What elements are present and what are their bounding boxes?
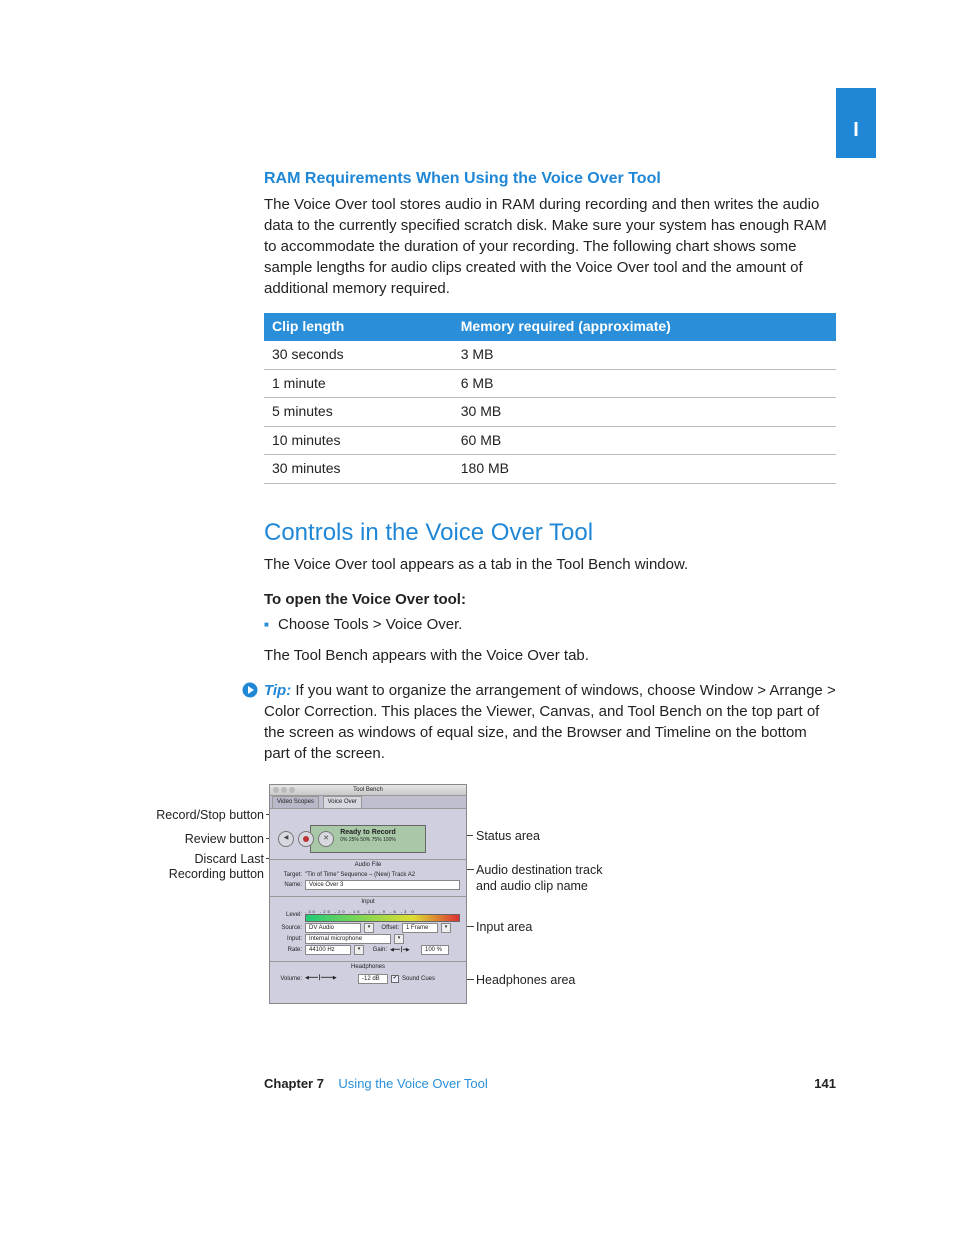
gain-value: 100 % xyxy=(421,945,449,955)
callout-headphones-area: Headphones area xyxy=(476,972,575,990)
cell: 10 minutes xyxy=(264,426,453,455)
audio-file-heading: Audio File xyxy=(270,859,466,869)
gain-slider: ◀━━┃━▶ xyxy=(390,947,418,954)
callout-input-area: Input area xyxy=(476,919,532,937)
window-titlebar: Tool Bench xyxy=(270,785,466,796)
audio-file-panel: Target:"Tin of Time" Sequence – (New) Tr… xyxy=(276,871,460,890)
tab-video-scopes: Video Scopes xyxy=(272,796,319,808)
tip-icon xyxy=(242,682,258,698)
stepper-icon: ▾ xyxy=(441,923,451,933)
stepper-icon: ▾ xyxy=(394,934,404,944)
volume-value: -12 dB xyxy=(358,974,388,984)
gain-label: Gain: xyxy=(367,946,387,954)
target-label: Target: xyxy=(276,871,302,879)
cell: 30 seconds xyxy=(264,341,453,369)
volume-slider: ◀━━━┃━━━━▶ xyxy=(305,975,355,982)
target-value: "Tin of Time" Sequence – (New) Track A2 xyxy=(305,871,415,879)
footer-page-number: 141 xyxy=(814,1075,836,1093)
checkbox-icon: ✔ xyxy=(391,975,399,983)
name-value: Voice Over 3 xyxy=(305,880,460,890)
table-row: 30 seconds3 MB xyxy=(264,341,836,369)
document-page: I RAM Requirements When Using the Voice … xyxy=(0,0,954,1235)
paragraph-ram-intro: The Voice Over tool stores audio in RAM … xyxy=(264,194,836,299)
review-button-figure xyxy=(278,831,294,847)
sound-cues-label: Sound Cues xyxy=(402,975,435,983)
cell: 5 minutes xyxy=(264,398,453,427)
section-heading-controls: Controls in the Voice Over Tool xyxy=(264,516,836,550)
input-device-label: Input: xyxy=(276,935,302,943)
cell: 30 MB xyxy=(453,398,836,427)
callout-record-stop: Record/Stop button xyxy=(104,807,264,825)
input-heading: Input xyxy=(270,896,466,906)
tab-strip: Video Scopes Voice Over xyxy=(270,796,466,809)
discard-button-figure xyxy=(318,831,334,847)
source-value: DV Audio xyxy=(305,923,361,933)
table-row: 5 minutes30 MB xyxy=(264,398,836,427)
footer-title: Using the Voice Over Tool xyxy=(338,1076,487,1091)
step-item: Choose Tools > Voice Over. xyxy=(264,614,836,635)
tip-text: Tip: If you want to organize the arrange… xyxy=(264,680,836,764)
step-result: The Tool Bench appears with the Voice Ov… xyxy=(264,645,836,666)
callout-audio-dest-a: Audio destination track xyxy=(476,862,602,880)
callout-status-area: Status area xyxy=(476,828,540,846)
page-content: RAM Requirements When Using the Voice Ov… xyxy=(264,168,836,1014)
name-label: Name: xyxy=(276,881,302,889)
cell: 60 MB xyxy=(453,426,836,455)
task-heading-open-tool: To open the Voice Over tool: xyxy=(264,589,836,610)
record-button-figure xyxy=(298,831,314,847)
tool-bench-window-figure: Tool Bench Video Scopes Voice Over Ready… xyxy=(269,784,467,1004)
tip-label: Tip: xyxy=(264,682,291,699)
callout-discard-last-b: Recording button xyxy=(104,866,264,884)
tip-block: Tip: If you want to organize the arrange… xyxy=(264,680,836,764)
rate-value: 44100 Hz xyxy=(305,945,351,955)
window-title: Tool Bench xyxy=(353,787,383,793)
table-row: 10 minutes60 MB xyxy=(264,426,836,455)
callout-audio-dest-b: and audio clip name xyxy=(476,878,588,896)
memory-table: Clip length Memory required (approximate… xyxy=(264,313,836,484)
level-meter xyxy=(305,914,460,922)
rate-label: Rate: xyxy=(276,946,302,954)
level-label: Level: xyxy=(276,911,302,919)
headphones-heading: Headphones xyxy=(270,961,466,971)
offset-value: 1 Frame xyxy=(402,923,438,933)
subsection-heading-ram: RAM Requirements When Using the Voice Ov… xyxy=(264,168,836,190)
tab-voice-over: Voice Over xyxy=(323,796,362,808)
page-footer: Chapter 7 Using the Voice Over Tool 141 xyxy=(264,1075,836,1093)
tip-body: If you want to organize the arrangement … xyxy=(264,682,836,762)
offset-label: Offset: xyxy=(377,924,399,932)
paragraph-controls-intro: The Voice Over tool appears as a tab in … xyxy=(264,554,836,575)
step-text: Choose Tools > Voice Over. xyxy=(278,616,462,633)
cell: 1 minute xyxy=(264,369,453,398)
stepper-icon: ▾ xyxy=(354,945,364,955)
cell: 30 minutes xyxy=(264,455,453,484)
callout-review: Review button xyxy=(104,831,264,849)
input-device-value: Internal microphone xyxy=(305,934,391,944)
cell: 3 MB xyxy=(453,341,836,369)
source-label: Source: xyxy=(276,924,302,932)
table-row: 30 minutes180 MB xyxy=(264,455,836,484)
step-list: Choose Tools > Voice Over. xyxy=(264,614,836,635)
footer-chapter: Chapter 7 xyxy=(264,1076,324,1091)
cell: 6 MB xyxy=(453,369,836,398)
table-header-clip-length: Clip length xyxy=(264,313,453,341)
traffic-light-icons xyxy=(273,787,295,793)
input-panel: Level: -30 -25 -20 -15 -12 -9 -6 -3 0 So… xyxy=(276,909,460,956)
table-row: 1 minute6 MB xyxy=(264,369,836,398)
transport-buttons xyxy=(278,831,334,847)
table-header-memory: Memory required (approximate) xyxy=(453,313,836,341)
cell: 180 MB xyxy=(453,455,836,484)
volume-label: Volume: xyxy=(276,975,302,983)
headphones-panel: Volume: ◀━━━┃━━━━▶ -12 dB ✔ Sound Cues xyxy=(276,974,460,984)
section-thumb-tab: I xyxy=(836,88,876,158)
stepper-icon: ▾ xyxy=(364,923,374,933)
voice-over-figure: Record/Stop button Review button Discard… xyxy=(154,784,836,1014)
